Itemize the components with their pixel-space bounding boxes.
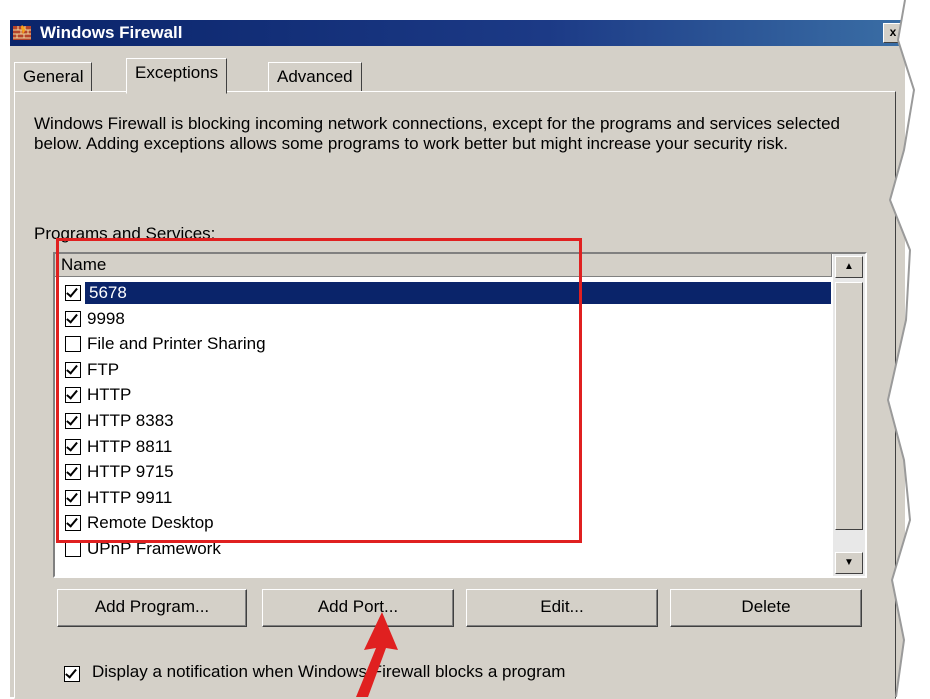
- item-checkbox[interactable]: [65, 540, 81, 557]
- item-label: File and Printer Sharing: [87, 334, 266, 354]
- item-checkbox[interactable]: [65, 310, 81, 327]
- list-item[interactable]: HTTP 9715: [55, 459, 831, 485]
- item-checkbox[interactable]: [65, 387, 81, 404]
- item-label: HTTP 9715: [87, 462, 174, 482]
- item-label: HTTP 8383: [87, 410, 174, 430]
- list-rows: 5678 9998 File and Printer Sharing FTP HTTP H…: [55, 280, 831, 562]
- list-item[interactable]: 9998: [55, 306, 831, 332]
- tab-advanced[interactable]: Advanced: [268, 62, 362, 92]
- item-label: HTTP 9911: [87, 487, 173, 507]
- item-checkbox[interactable]: [65, 361, 81, 378]
- item-checkbox[interactable]: [65, 336, 81, 353]
- item-label: HTTP 8811: [87, 436, 173, 456]
- item-checkbox[interactable]: [65, 285, 81, 301]
- list-item[interactable]: Remote Desktop: [55, 510, 831, 536]
- list-item[interactable]: HTTP 8383: [55, 408, 831, 434]
- item-checkbox[interactable]: [65, 515, 81, 532]
- item-checkbox[interactable]: [65, 464, 81, 481]
- programs-services-label: Programs and Services:: [34, 224, 216, 243]
- scroll-down-button[interactable]: ▼: [835, 552, 863, 574]
- item-label: Remote Desktop: [87, 513, 214, 533]
- delete-button[interactable]: Delete: [670, 589, 862, 627]
- item-label: FTP: [87, 359, 120, 379]
- programs-listbox[interactable]: Name 5678 9998 File and Printer Sharing FTP…: [53, 252, 867, 578]
- item-checkbox[interactable]: [65, 489, 81, 506]
- item-label: HTTP: [87, 385, 132, 405]
- notification-checkbox[interactable]: [64, 666, 80, 682]
- title-bar[interactable]: Windows Firewall x: [10, 20, 905, 46]
- edit-button[interactable]: Edit...: [466, 589, 658, 627]
- window-title: Windows Firewall: [40, 23, 183, 42]
- windows-firewall-dialog: Windows Firewall x General Exceptions Ad…: [0, 0, 930, 699]
- tab-exceptions[interactable]: Exceptions: [126, 58, 228, 94]
- add-program-button[interactable]: Add Program...: [57, 589, 247, 627]
- item-checkbox[interactable]: [65, 438, 81, 455]
- list-item[interactable]: File and Printer Sharing: [55, 331, 831, 357]
- tab-general[interactable]: General: [14, 62, 93, 92]
- torn-edge: [886, 0, 930, 697]
- item-label: UPnP Framework: [87, 538, 221, 558]
- item-checkbox[interactable]: [65, 412, 81, 429]
- arrow-up-icon: ▲: [844, 261, 854, 272]
- list-item[interactable]: FTP: [55, 357, 831, 383]
- red-arrow-annotation: [356, 612, 398, 697]
- scroll-thumb[interactable]: [835, 282, 863, 530]
- list-item[interactable]: HTTP 9911: [55, 485, 831, 511]
- description-text: Windows Firewall is blocking incoming ne…: [34, 114, 840, 153]
- scroll-up-button[interactable]: ▲: [835, 256, 863, 278]
- list-item[interactable]: UPnP Framework: [55, 536, 831, 562]
- list-item[interactable]: HTTP: [55, 382, 831, 408]
- item-label: 9998: [87, 308, 125, 328]
- arrow-down-icon: ▼: [844, 557, 854, 568]
- firewall-icon: [13, 25, 31, 40]
- list-item[interactable]: 5678: [55, 280, 831, 306]
- vertical-scrollbar[interactable]: ▲ ▼: [832, 254, 865, 576]
- list-item[interactable]: HTTP 8811: [55, 434, 831, 460]
- item-label: 5678: [87, 283, 129, 302]
- column-header-name[interactable]: Name: [55, 254, 832, 277]
